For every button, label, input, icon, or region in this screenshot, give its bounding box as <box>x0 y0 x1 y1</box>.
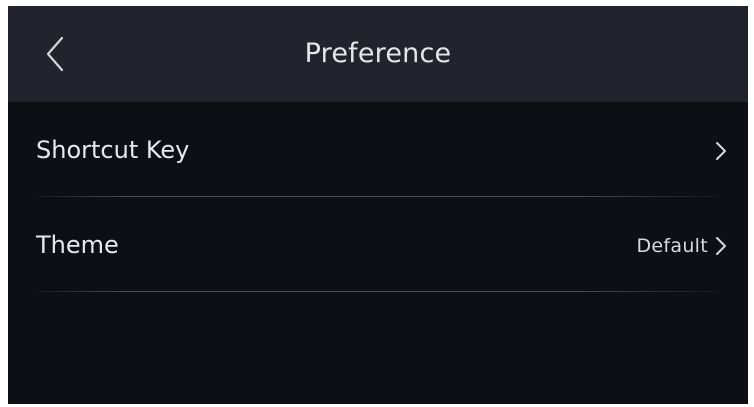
theme-trailing: Default <box>636 231 728 261</box>
chevron-right-icon <box>714 234 728 258</box>
shortcut-key-trailing <box>714 136 728 166</box>
theme-item[interactable]: Theme Default <box>8 197 748 292</box>
shortcut-key-item[interactable]: Shortcut Key <box>8 102 748 197</box>
top-bar: Preference <box>8 6 748 102</box>
theme-value: Default <box>636 235 708 257</box>
theme-label: Theme <box>36 231 119 259</box>
chevron-right-icon <box>714 139 728 163</box>
preference-screen: Preference Shortcut Key Theme Default <box>8 6 748 404</box>
page-title: Preference <box>304 38 452 69</box>
shortcut-key-label: Shortcut Key <box>36 136 190 164</box>
settings-list: Shortcut Key Theme Default <box>8 102 748 292</box>
divider <box>36 291 720 292</box>
